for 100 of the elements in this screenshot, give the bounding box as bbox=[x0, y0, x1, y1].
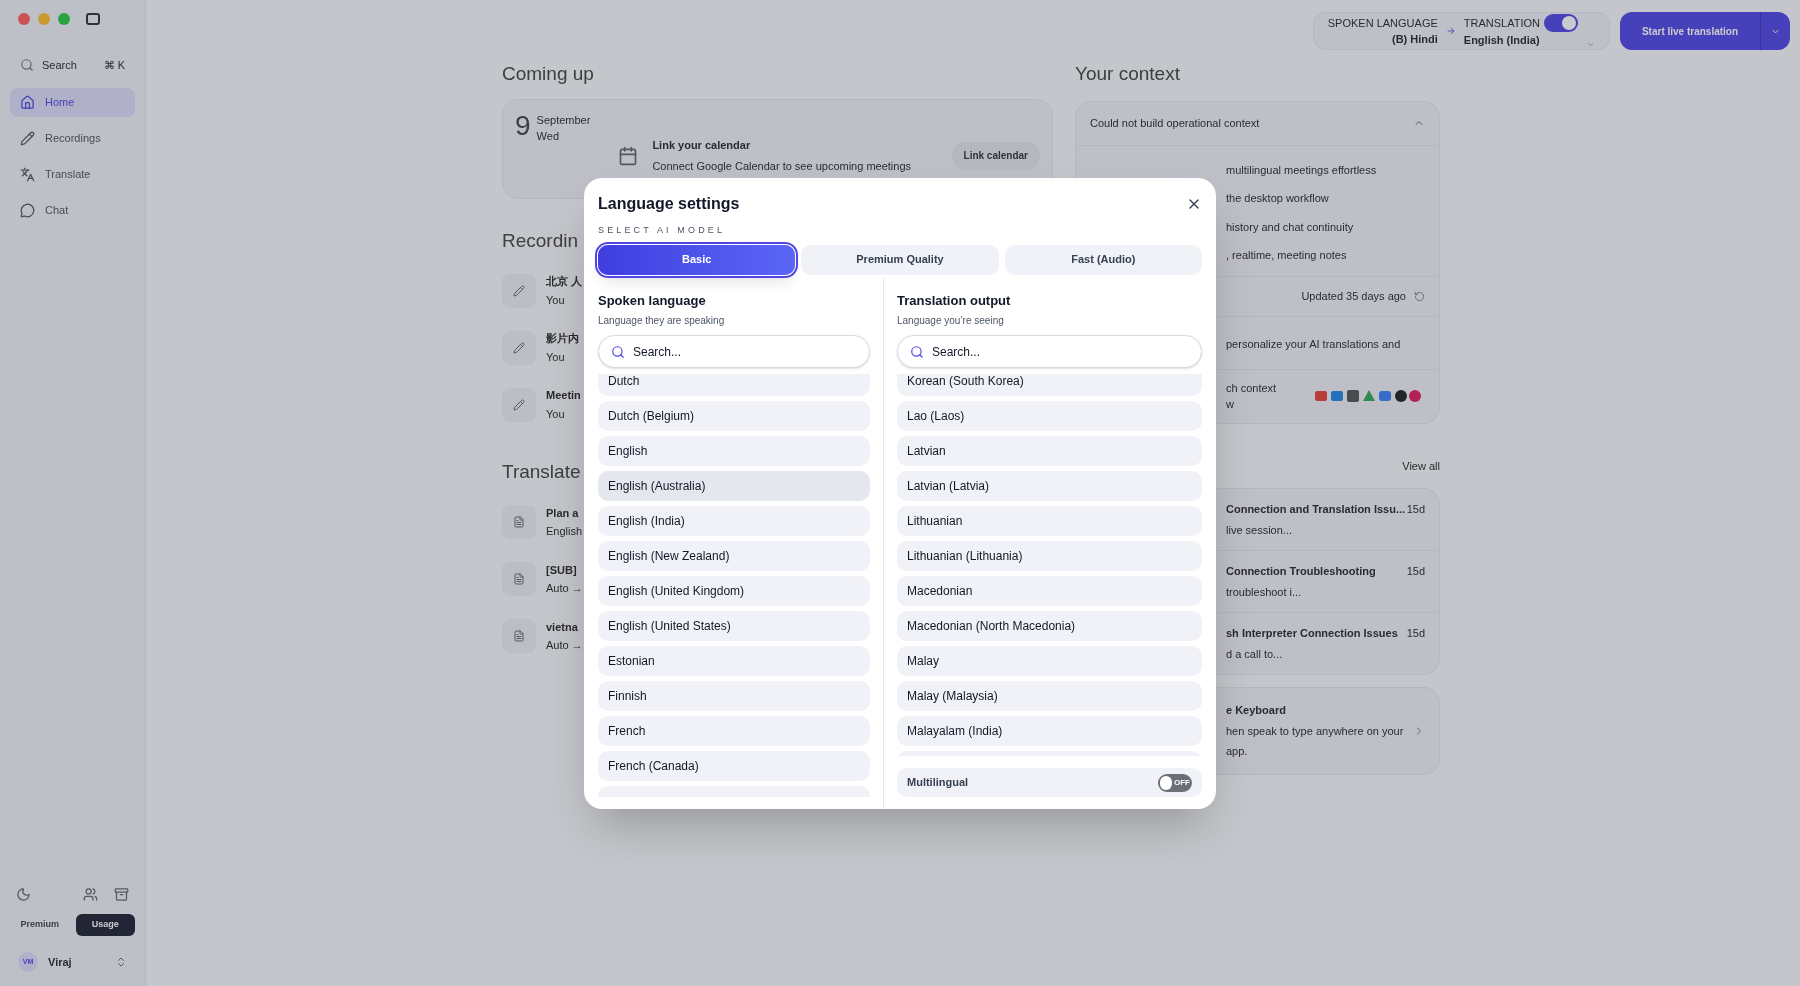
user-name: Viraj bbox=[48, 954, 73, 970]
sidebar-toggle-icon[interactable] bbox=[86, 13, 100, 25]
shortcut-hint: ⌘ K bbox=[103, 57, 125, 73]
item-subtitle: You bbox=[546, 406, 566, 422]
search-field[interactable]: Search ⌘ K bbox=[10, 52, 135, 78]
search-field[interactable]: Search... bbox=[598, 335, 870, 368]
translation-label: TRANSLATION bbox=[1463, 15, 1540, 31]
section-title: Your context bbox=[1075, 62, 1181, 86]
conversation-time: 15d bbox=[1406, 626, 1425, 641]
conversation-title: Connection Troubleshooting bbox=[1226, 564, 1377, 579]
conversation-time: 15d bbox=[1406, 564, 1425, 579]
users-icon[interactable] bbox=[83, 887, 98, 902]
language-option[interactable]: English (India) bbox=[598, 506, 870, 536]
language-option[interactable]: English bbox=[598, 436, 870, 466]
language-option[interactable]: Macedonian bbox=[897, 576, 1202, 606]
conversation-snippet: d a call to... bbox=[1226, 646, 1284, 662]
nav-item[interactable]: Recordings bbox=[10, 124, 135, 153]
dropdown-button[interactable] bbox=[1760, 12, 1790, 50]
calendar-icon bbox=[618, 145, 639, 166]
link-calendar-button[interactable]: Link calendar bbox=[951, 141, 1040, 170]
item-title[interactable]: vietna bbox=[546, 618, 583, 635]
section-title: Translate bbox=[502, 460, 581, 484]
language-option[interactable]: French (Canada) bbox=[598, 751, 870, 781]
date-month: September bbox=[536, 112, 591, 128]
item-title[interactable]: [SUB] bbox=[546, 561, 583, 578]
section-title: Coming up bbox=[502, 62, 595, 86]
language-option[interactable]: English (Australia) bbox=[598, 471, 870, 501]
item-subtitle: You bbox=[546, 349, 566, 365]
keyboard-text: app. bbox=[1226, 744, 1249, 759]
close-window-icon[interactable] bbox=[18, 13, 30, 25]
archive-icon[interactable] bbox=[114, 887, 129, 902]
nav-icon bbox=[20, 131, 35, 146]
item-icon bbox=[502, 619, 536, 653]
context-bullet: the desktop workflow bbox=[1226, 191, 1330, 206]
dialog-title: Language settings bbox=[598, 194, 740, 214]
language-option[interactable]: Dutch bbox=[598, 374, 870, 396]
item-title[interactable]: 影片内 bbox=[546, 330, 579, 347]
calendar-title: Link your calendar bbox=[652, 138, 752, 153]
language-option[interactable]: Finnish bbox=[598, 681, 870, 711]
search-icon bbox=[611, 344, 625, 359]
language-option[interactable]: Malay (Malaysia) bbox=[897, 681, 1202, 711]
start-translation-button[interactable]: Start live translation bbox=[1620, 12, 1760, 50]
personalize-text: personalize your AI translations and bbox=[1226, 337, 1401, 350]
plan-tab[interactable]: Premium bbox=[10, 914, 70, 936]
nav-item[interactable]: Chat bbox=[10, 196, 135, 225]
search-field[interactable]: Search... bbox=[897, 335, 1202, 368]
language-option[interactable]: Estonian bbox=[598, 646, 870, 676]
spoken-language-label: SPOKEN LANGUAGE bbox=[1327, 15, 1438, 31]
item-icon bbox=[502, 330, 536, 365]
search-icon bbox=[20, 58, 34, 72]
language-option[interactable]: Lithuanian bbox=[897, 506, 1202, 536]
language-summary[interactable]: SPOKEN LANGUAGE (B) Hindi TRANSLATION English (India) bbox=[1312, 12, 1610, 50]
item-subtitle: Auto → bbox=[546, 581, 583, 596]
nav-icon bbox=[20, 203, 35, 218]
arrow-icon bbox=[1445, 26, 1456, 36]
item-title[interactable]: Plan a bbox=[546, 504, 583, 521]
nav-icon bbox=[20, 95, 35, 110]
language-option[interactable]: English (United States) bbox=[598, 611, 870, 641]
refresh-icon[interactable] bbox=[1414, 290, 1425, 302]
moon-icon[interactable] bbox=[16, 887, 31, 902]
toggle-switch[interactable] bbox=[1544, 13, 1578, 32]
language-option[interactable]: Lithuanian (Lithuania) bbox=[897, 541, 1202, 571]
connect-text: w bbox=[1226, 397, 1235, 412]
date-day: 9 bbox=[515, 111, 531, 186]
nav-icon bbox=[20, 167, 35, 182]
item-icon bbox=[502, 505, 536, 539]
model-tab[interactable]: Premium Quality bbox=[801, 244, 999, 275]
context-bullet: , realtime, meeting notes bbox=[1226, 248, 1348, 263]
language-option[interactable]: Macedonian (North Macedonia) bbox=[897, 611, 1202, 641]
item-icon bbox=[502, 273, 536, 308]
conversation-snippet: troubleshoot i... bbox=[1226, 584, 1303, 600]
item-title[interactable]: Meetin bbox=[546, 387, 581, 404]
translation-value: English (India) bbox=[1463, 32, 1541, 48]
language-option[interactable]: Dutch (Belgium) bbox=[598, 401, 870, 431]
item-subtitle: Auto → bbox=[546, 638, 583, 653]
item-subtitle: You bbox=[546, 292, 566, 308]
language-option[interactable]: Latvian (Latvia) bbox=[897, 471, 1202, 501]
model-tab[interactable]: Fast (Audio) bbox=[1004, 244, 1202, 275]
model-tab[interactable]: Basic bbox=[598, 244, 796, 275]
date-weekday: Wed bbox=[536, 129, 560, 144]
item-icon bbox=[502, 387, 536, 422]
language-option[interactable]: Korean (South Korea) bbox=[897, 374, 1202, 396]
language-option[interactable]: Malay bbox=[897, 646, 1202, 676]
conversation-title: sh Interpreter Connection Issues bbox=[1226, 626, 1399, 641]
chevrons-icon[interactable] bbox=[115, 956, 127, 968]
language-option[interactable]: French bbox=[598, 716, 870, 746]
view-all-link[interactable]: View all bbox=[1402, 457, 1440, 474]
item-subtitle: English bbox=[546, 524, 583, 539]
toggle-switch[interactable]: OFF bbox=[1158, 773, 1192, 792]
language-option[interactable]: Lao (Laos) bbox=[897, 401, 1202, 431]
keyboard-title: e Keyboard bbox=[1226, 703, 1287, 718]
plan-tab[interactable]: Usage bbox=[75, 914, 135, 936]
item-title[interactable]: 北京 人 bbox=[546, 273, 583, 290]
nav-item[interactable]: Home bbox=[10, 88, 135, 117]
language-option[interactable]: Malayalam (India) bbox=[897, 716, 1202, 746]
language-option[interactable]: English (United Kingdom) bbox=[598, 576, 870, 606]
language-option[interactable]: Latvian bbox=[897, 436, 1202, 466]
language-option[interactable]: English (New Zealand) bbox=[598, 541, 870, 571]
nav-item[interactable]: Translate bbox=[10, 160, 135, 189]
multilingual-label: Multilingual bbox=[907, 775, 969, 791]
